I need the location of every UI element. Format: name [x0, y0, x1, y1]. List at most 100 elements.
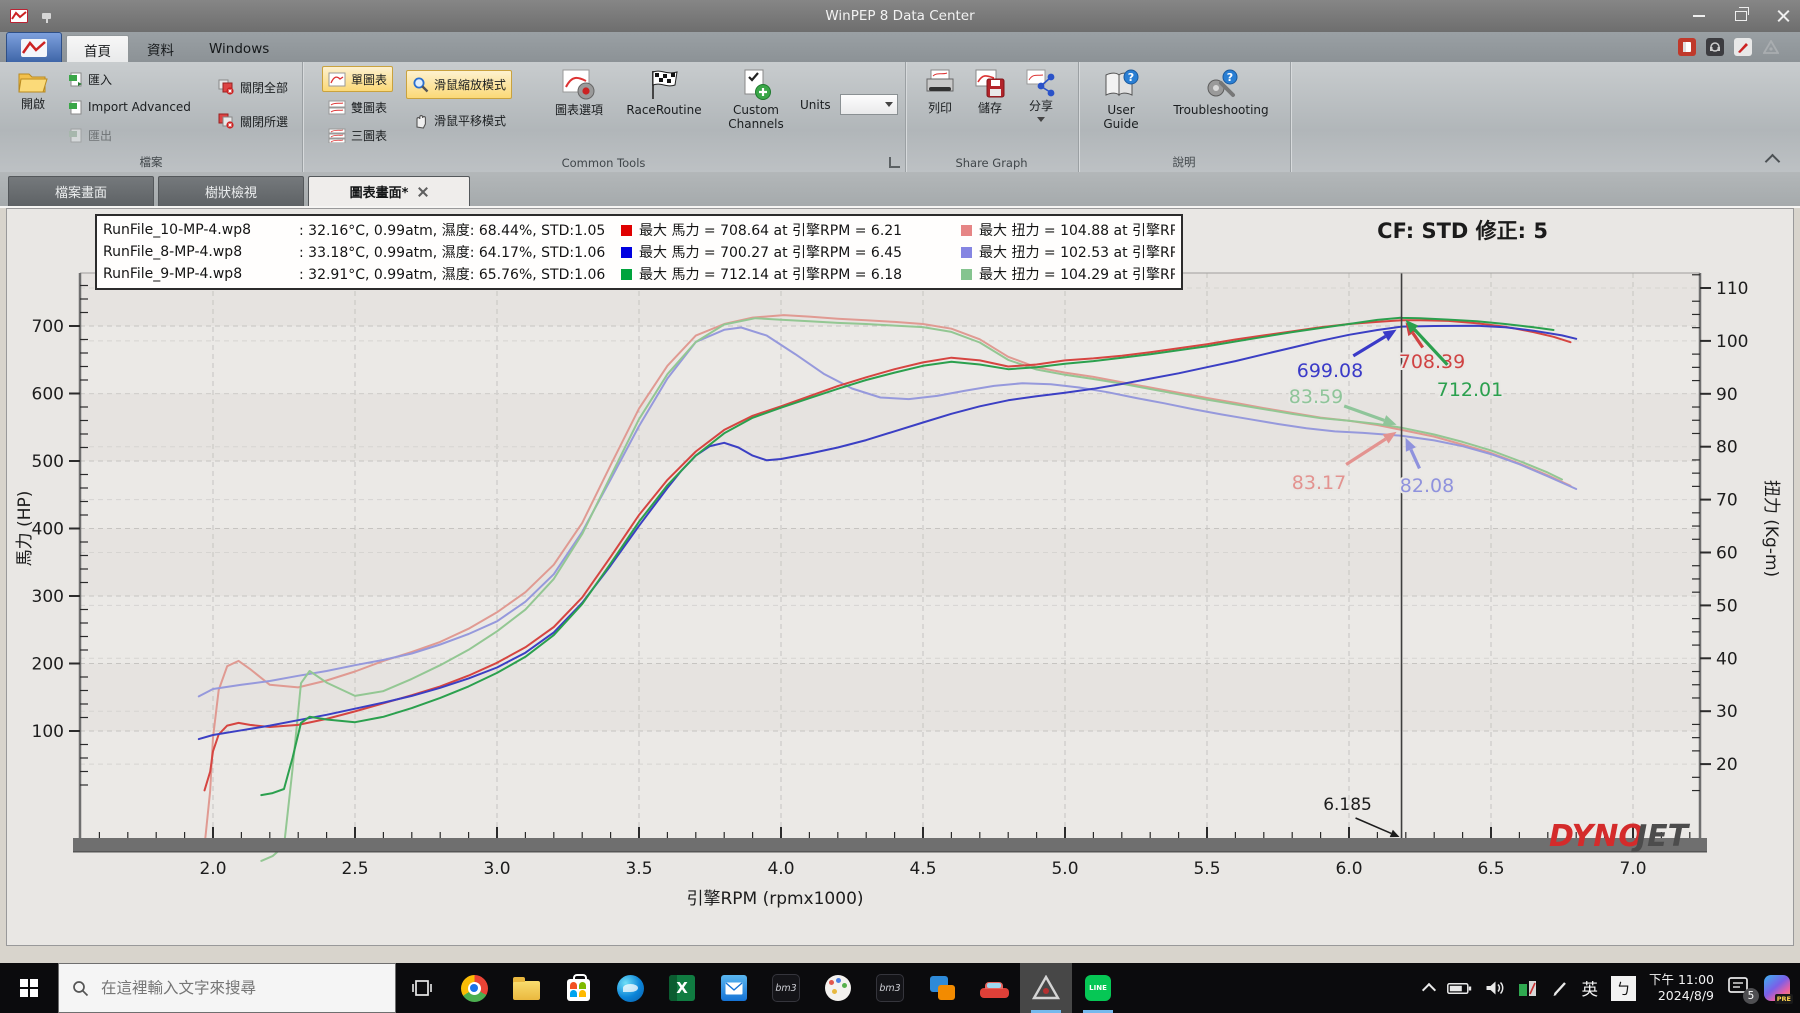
- taskbar-clock[interactable]: 下午 11:00 2024/8/9: [1649, 972, 1714, 1005]
- save-button[interactable]: 儲存: [967, 65, 1013, 153]
- max-hp-text: 最大 馬力 = 708.64 at 引擎RPM = 6.21: [639, 223, 903, 239]
- collapse-ribbon-icon[interactable]: [1764, 153, 1781, 170]
- svg-text:3.0: 3.0: [483, 859, 510, 879]
- line-button[interactable]: LINE: [1072, 963, 1124, 1013]
- bm3-2-button[interactable]: bm3: [864, 963, 916, 1013]
- edge-button[interactable]: [604, 963, 656, 1013]
- tray-overflow-icon[interactable]: [1421, 982, 1436, 998]
- bm3-button[interactable]: bm3: [760, 963, 812, 1013]
- minimize-button[interactable]: [1693, 15, 1705, 17]
- print-button[interactable]: 列印: [915, 65, 965, 153]
- tray-utility-icon[interactable]: [1518, 979, 1538, 997]
- mouse-pan-mode-button[interactable]: 滑鼠平移模式: [406, 106, 512, 135]
- vmware-button[interactable]: [916, 963, 968, 1013]
- tab-home[interactable]: 首頁: [66, 35, 129, 63]
- svg-text:5.0: 5.0: [1051, 859, 1078, 879]
- edge-icon: [616, 974, 644, 1002]
- application-menu-button[interactable]: [6, 32, 62, 63]
- excel-button[interactable]: X: [656, 963, 708, 1013]
- ribbon-tab-row: 首頁 資料 Windows: [0, 32, 1800, 63]
- triple-chart-button[interactable]: 三圖表: [322, 122, 393, 148]
- correction-factor-label: CF: STD 修正: 5: [1377, 219, 1548, 243]
- pen-icon[interactable]: [1551, 979, 1569, 997]
- taskbar-search[interactable]: [58, 963, 396, 1013]
- car-app-button[interactable]: [968, 963, 1020, 1013]
- close-all-button[interactable]: 關閉全部: [212, 74, 294, 100]
- volume-icon[interactable]: [1485, 980, 1505, 996]
- import-button[interactable]: 匯入: [62, 66, 118, 92]
- group-label-common-tools: Common Tools: [561, 156, 646, 170]
- chrome-button[interactable]: [448, 963, 500, 1013]
- headset-icon[interactable]: [1706, 38, 1724, 56]
- y-axis-left-title: 馬力 (HP): [15, 491, 35, 567]
- svg-text:3.5: 3.5: [625, 859, 652, 879]
- start-button[interactable]: [0, 963, 58, 1013]
- ime-language-indicator[interactable]: 英: [1582, 976, 1599, 1000]
- quick-access-pin-icon[interactable]: [42, 13, 51, 23]
- group-label-help: 說明: [1172, 155, 1196, 169]
- paint-button[interactable]: [812, 963, 864, 1013]
- svg-text:?: ?: [1128, 71, 1134, 84]
- plot-band: [80, 528, 1700, 596]
- close-selected-button[interactable]: 關閉所選: [212, 108, 294, 134]
- excel-icon: X: [669, 975, 695, 1001]
- max-torque-text: 最大 扭力 = 104.29 at 引擎RPM = 3.91: [979, 267, 1175, 283]
- copilot-icon[interactable]: PRE: [1764, 975, 1793, 1004]
- run-file-name: RunFile_9-MP-4.wp8: [103, 266, 243, 282]
- group-file: 開啟 匯入 Import Advanced 匯出 關閉全部 關閉所選 檔案: [0, 62, 303, 172]
- dynojet-mark-icon: [1762, 38, 1780, 56]
- winpep-logo-icon: [21, 38, 47, 57]
- import-advanced-button[interactable]: Import Advanced: [62, 94, 197, 120]
- close-button[interactable]: [1777, 10, 1790, 23]
- csv-import-advanced-icon: [69, 100, 82, 114]
- group-help: ? User Guide ? Troubleshooting 說明: [1078, 62, 1291, 172]
- close-tab-icon[interactable]: [418, 187, 428, 197]
- open-label: 開啟: [20, 97, 45, 111]
- legend-row: RunFile_10-MP-4.wp8 : 32.16°C, 0.99atm, …: [103, 219, 1175, 241]
- notification-center-button[interactable]: 5: [1727, 976, 1759, 1004]
- paint-tool-icon[interactable]: [1734, 38, 1752, 56]
- svg-text:110: 110: [1716, 279, 1748, 299]
- single-chart-button[interactable]: 單圖表: [322, 66, 394, 92]
- file-explorer-button[interactable]: [500, 963, 552, 1013]
- tab-data[interactable]: 資料: [130, 35, 191, 62]
- ribbon: 開啟 匯入 Import Advanced 匯出 關閉全部 關閉所選 檔案 單圖…: [0, 62, 1800, 173]
- raceroutine-button[interactable]: RaceRoutine: [618, 65, 710, 153]
- custom-channels-button[interactable]: Custom Channels: [718, 65, 794, 153]
- svg-text:700: 700: [32, 317, 64, 337]
- run-conditions: : 32.16°C, 0.99atm, 濕度: 68.44%, STD:1.05: [299, 223, 606, 239]
- tab-chart-view[interactable]: 圖表畫面*: [308, 176, 470, 206]
- mail-button[interactable]: [708, 963, 760, 1013]
- legend-box[interactable]: RunFile_10-MP-4.wp8 : 32.16°C, 0.99atm, …: [95, 214, 1183, 290]
- user-guide-button[interactable]: ? User Guide: [1088, 65, 1154, 153]
- units-select[interactable]: [840, 94, 898, 115]
- units-label: Units: [800, 98, 831, 112]
- ime-mode-indicator[interactable]: ㄅ: [1611, 975, 1636, 1001]
- search-input[interactable]: [99, 978, 395, 998]
- troubleshooting-button[interactable]: ? Troubleshooting: [1162, 65, 1280, 153]
- microsoft-store-button[interactable]: [552, 963, 604, 1013]
- tab-tree-view[interactable]: 樹狀檢視: [158, 176, 304, 206]
- tab-windows[interactable]: Windows: [192, 35, 286, 62]
- run-file-name: RunFile_8-MP-4.wp8: [103, 244, 243, 260]
- task-view-button[interactable]: [396, 963, 448, 1013]
- share-button[interactable]: 分享: [1017, 65, 1065, 153]
- plot-band: [80, 663, 1700, 731]
- open-button[interactable]: 開啟: [8, 65, 58, 153]
- red-notebook-icon[interactable]: [1678, 38, 1696, 56]
- export-button[interactable]: 匯出: [62, 122, 118, 148]
- windows-logo-icon: [20, 979, 38, 997]
- callout-83.17: 83.17: [1292, 472, 1346, 494]
- date-text: 2024/8/9: [1657, 988, 1714, 1003]
- dual-chart-button[interactable]: 雙圖表: [322, 94, 393, 120]
- svg-text:20: 20: [1716, 755, 1738, 775]
- restore-button[interactable]: [1735, 7, 1749, 21]
- mouse-zoom-mode-button[interactable]: 滑鼠縮放模式: [406, 70, 513, 99]
- copilot-pre-badge: PRE: [1774, 994, 1793, 1004]
- battery-icon[interactable]: [1446, 982, 1472, 995]
- printer-icon: [926, 69, 954, 92]
- max-torque-text: 最大 扭力 = 104.88 at 引擎RPM = 4.01: [979, 223, 1175, 239]
- tab-file-view[interactable]: 檔案畫面: [8, 176, 154, 206]
- chart-options-button[interactable]: 圖表選項: [548, 65, 610, 153]
- dynojet-winpep-button[interactable]: [1020, 963, 1072, 1013]
